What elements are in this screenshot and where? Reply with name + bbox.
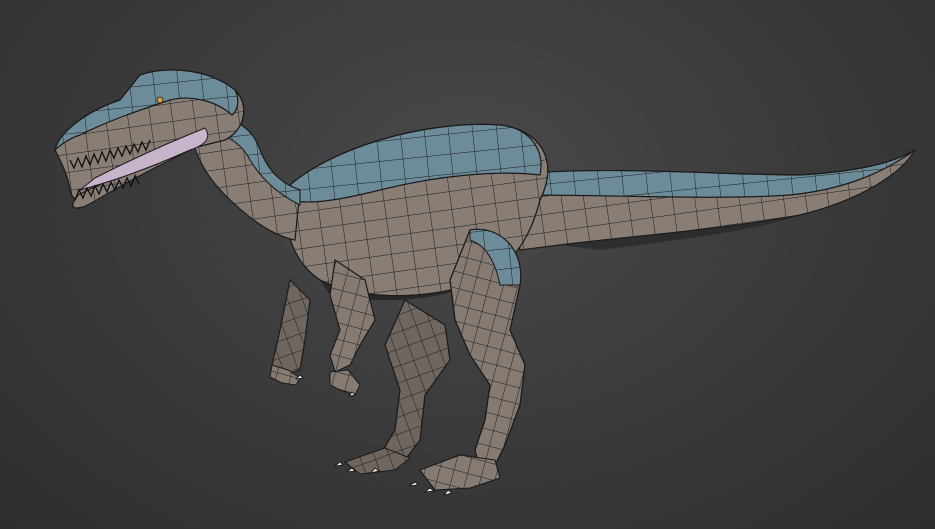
head xyxy=(53,69,245,209)
eye-icon xyxy=(156,96,164,104)
tail xyxy=(509,149,916,251)
far-arm xyxy=(271,278,311,376)
dinosaur-model[interactable] xyxy=(0,0,935,529)
3d-viewport[interactable] xyxy=(0,0,935,529)
